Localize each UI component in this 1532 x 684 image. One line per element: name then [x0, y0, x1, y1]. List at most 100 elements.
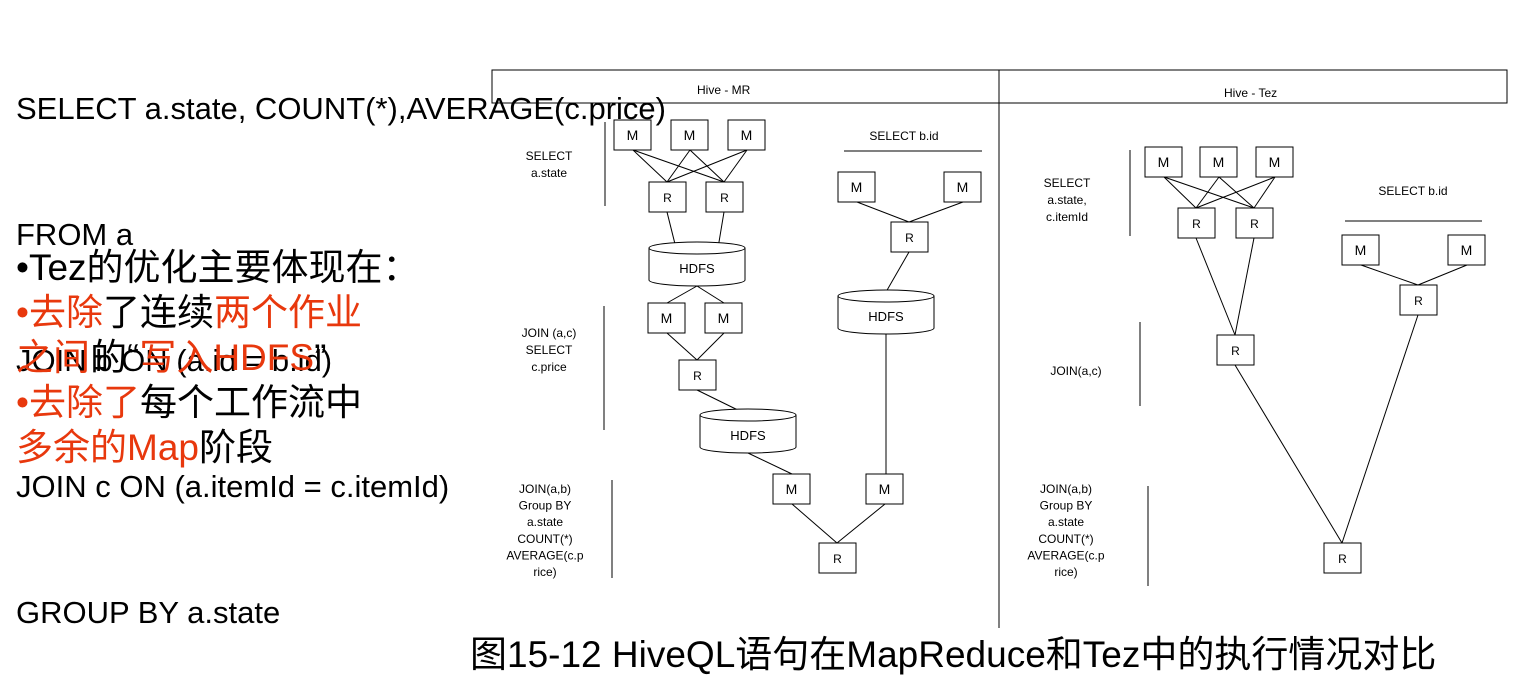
map-task-node: M: [613, 119, 652, 151]
edge: [632, 149, 668, 183]
map-task-node: M: [1255, 146, 1294, 178]
edge: [836, 503, 886, 544]
reduce-task-node: R: [818, 542, 857, 574]
label-line: COUNT(*): [517, 532, 572, 546]
map-task-node: M: [727, 119, 766, 151]
label-line: AVERAGE(c.p: [1027, 548, 1104, 562]
map-task-node: M: [837, 171, 876, 203]
figure-caption: 图15-12 HiveQL语句在MapReduce和Tez中的执行情况对比: [470, 634, 1437, 675]
mr-stage1-label: SELECT a.state: [526, 149, 573, 180]
map-label: M: [741, 127, 753, 143]
reduce-label: R: [693, 369, 702, 383]
reduce-label: R: [1338, 552, 1347, 566]
label-line: Group BY: [519, 499, 572, 513]
edge: [1195, 237, 1236, 336]
reduce-task-node: R: [648, 181, 687, 213]
label-line: JOIN(a,c): [1050, 364, 1101, 378]
map-task-node: M: [1144, 146, 1183, 178]
label-line: c.price: [531, 360, 567, 374]
map-task-node: M: [943, 171, 982, 203]
edge: [791, 503, 838, 544]
map-task-node: M: [670, 119, 709, 151]
reduce-task-node: R: [678, 359, 717, 391]
tez-select-bid-label: SELECT b.id: [1378, 184, 1447, 198]
map-task-node: M: [865, 473, 904, 505]
edge: [1360, 264, 1419, 286]
reduce-task-node: R: [1216, 334, 1255, 366]
cylinder-top: [648, 241, 746, 255]
reduce-label: R: [720, 191, 729, 205]
tez-stage3-label: JOIN(a,b) Group BY a.state COUNT(*) AVERAGE(…: [1027, 482, 1104, 579]
hdfs-label: HDFS: [679, 261, 715, 276]
label-line: rice): [533, 565, 556, 579]
label-line: Group BY: [1040, 499, 1093, 513]
label-line: a.state,: [1047, 193, 1086, 207]
edge: [1234, 364, 1343, 544]
mr-stage3-label: JOIN(a,b) Group BY a.state COUNT(*) AVERAGE(…: [506, 482, 583, 579]
reduce-task-node: R: [705, 181, 744, 213]
mr-select-bid-label: SELECT b.id: [869, 129, 938, 143]
edge: [1417, 264, 1468, 286]
map-task-node: M: [1341, 234, 1380, 266]
reduce-label: R: [1414, 294, 1423, 308]
map-label: M: [786, 481, 798, 497]
map-label: M: [1355, 242, 1367, 258]
edge: [696, 285, 725, 304]
map-task-node: M: [1447, 234, 1486, 266]
map-task-node: M: [647, 302, 686, 334]
tez-stage1-label: SELECT a.state, c.itemId: [1044, 176, 1091, 224]
map-label: M: [627, 127, 639, 143]
reduce-label: R: [1231, 344, 1240, 358]
hdfs-storage-node: HDFS: [837, 289, 935, 335]
map-label: M: [1158, 154, 1170, 170]
mr-stage2-label: JOIN (a,c) SELECT c.price: [522, 326, 577, 374]
edge: [666, 285, 698, 304]
label-line: rice): [1054, 565, 1077, 579]
label-line: SELECT: [526, 149, 573, 163]
cylinder-top: [699, 408, 797, 422]
edge: [747, 452, 793, 475]
reduce-task-node: R: [1323, 542, 1362, 574]
label-line: SELECT: [526, 343, 573, 357]
label-line: a.state: [1048, 515, 1084, 529]
map-label: M: [1461, 242, 1473, 258]
tez-header-title: Hive - Tez: [1224, 86, 1277, 100]
map-task-node: M: [1199, 146, 1238, 178]
label-line: JOIN(a,b): [519, 482, 571, 496]
execution-comparison-diagram: Hive - MR Hive - Tez SELECT a.state JOIN …: [491, 69, 1508, 628]
reduce-task-node: R: [1177, 207, 1216, 239]
label-line: COUNT(*): [1038, 532, 1093, 546]
edge: [1163, 176, 1197, 209]
edge: [696, 332, 725, 361]
map-label: M: [1213, 154, 1225, 170]
label-line: c.itemId: [1046, 210, 1088, 224]
reduce-label: R: [905, 231, 914, 245]
edge: [1234, 237, 1255, 336]
hdfs-storage-node: HDFS: [699, 408, 797, 454]
edge: [856, 201, 910, 223]
hdfs-storage-node: HDFS: [648, 241, 746, 287]
label-line: a.state: [531, 166, 567, 180]
edge: [908, 201, 964, 223]
reduce-task-node: R: [890, 221, 929, 253]
mr-header-title: Hive - MR: [697, 83, 751, 97]
label-line: JOIN (a,c): [522, 326, 577, 340]
label-line: SELECT: [1044, 176, 1091, 190]
cylinder-top: [837, 289, 935, 303]
label-line: a.state: [527, 515, 563, 529]
edge: [666, 332, 698, 361]
map-label: M: [661, 310, 673, 326]
map-label: M: [879, 481, 891, 497]
reduce-label: R: [663, 191, 672, 205]
reduce-label: R: [833, 552, 842, 566]
reduce-task-node: R: [1399, 284, 1438, 316]
edge: [1341, 314, 1419, 544]
reduce-task-node: R: [1235, 207, 1274, 239]
map-task-node: M: [772, 473, 811, 505]
map-task-node: M: [704, 302, 743, 334]
edge: [885, 251, 910, 293]
hdfs-label: HDFS: [868, 309, 904, 324]
map-label: M: [1269, 154, 1281, 170]
label-line: JOIN(a,b): [1040, 482, 1092, 496]
hdfs-label: HDFS: [730, 428, 766, 443]
